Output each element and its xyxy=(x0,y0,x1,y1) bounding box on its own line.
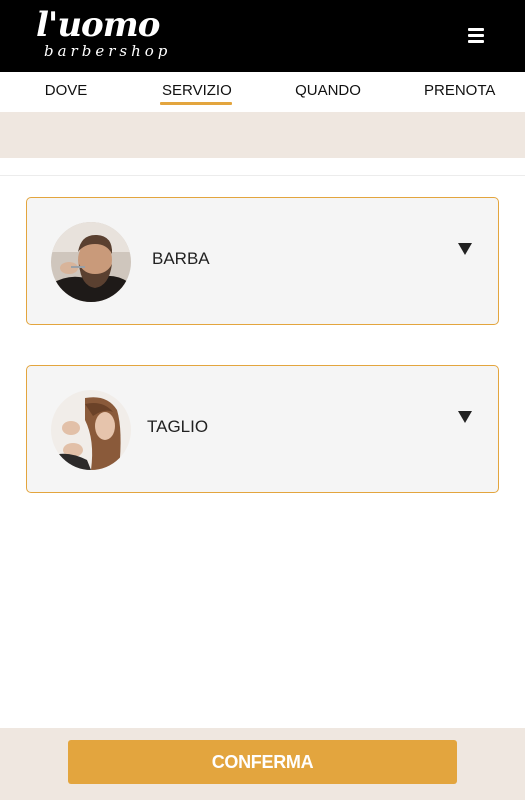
barba-service-photo xyxy=(51,222,131,302)
service-label: BARBA xyxy=(152,249,210,268)
service-card-barba[interactable]: BARBA xyxy=(26,197,499,325)
chevron-down-icon[interactable] xyxy=(458,242,472,256)
logo-tagline: barbershop xyxy=(44,42,172,60)
section-band xyxy=(0,112,525,158)
booking-steps: DOVE SERVIZIO QUANDO PRENOTA xyxy=(0,72,525,112)
confirm-button[interactable]: CONFERMA xyxy=(68,740,457,784)
taglio-service-photo xyxy=(51,390,131,470)
divider xyxy=(0,175,525,176)
step-servizio[interactable]: SERVIZIO xyxy=(160,81,232,105)
step-quando[interactable]: QUANDO xyxy=(292,81,364,105)
logo-wordmark: l'uomo xyxy=(36,5,160,45)
logo[interactable]: l'uomo barbershop xyxy=(36,6,176,66)
service-card-taglio[interactable]: TAGLIO xyxy=(26,365,499,493)
hamburger-menu-icon[interactable] xyxy=(466,25,486,45)
step-prenota[interactable]: PRENOTA xyxy=(424,81,495,105)
step-dove[interactable]: DOVE xyxy=(40,81,92,105)
chevron-down-icon[interactable] xyxy=(458,410,472,424)
service-label: TAGLIO xyxy=(147,417,209,436)
top-bar: l'uomo barbershop xyxy=(0,0,525,72)
footer-bar: CONFERMA xyxy=(0,728,525,800)
